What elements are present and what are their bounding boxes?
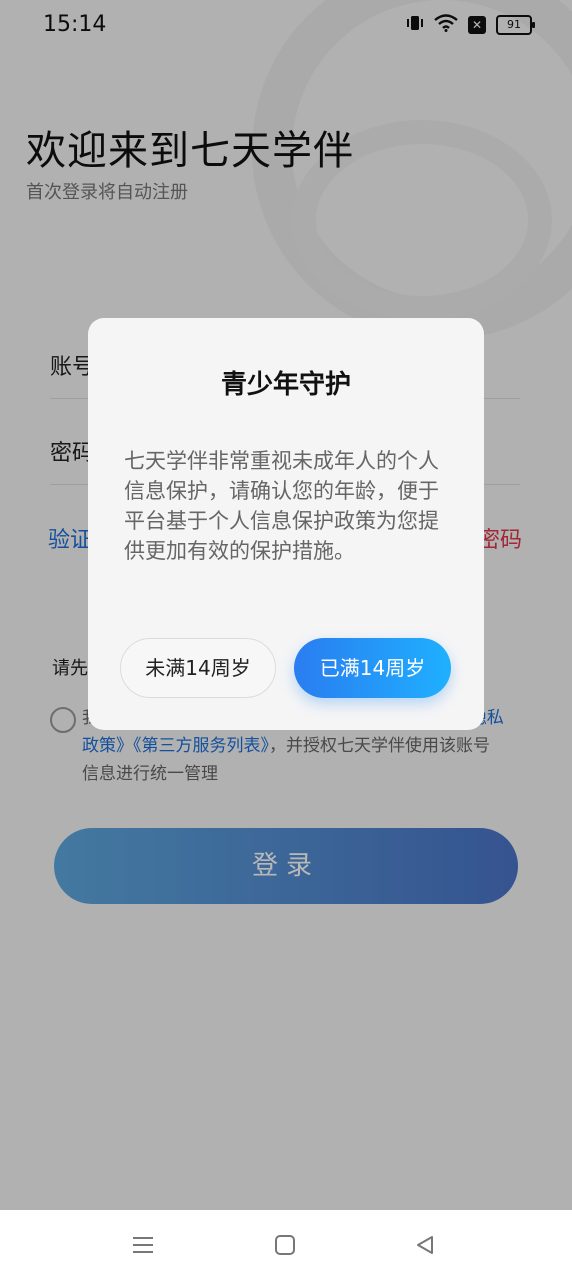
over-14-button[interactable]: 已满14周岁 bbox=[294, 638, 451, 698]
under-14-button[interactable]: 未满14周岁 bbox=[120, 638, 276, 698]
back-icon[interactable] bbox=[410, 1230, 440, 1260]
dialog-title: 青少年守护 bbox=[220, 370, 351, 400]
home-icon[interactable] bbox=[270, 1230, 300, 1260]
navigation-bar bbox=[0, 1210, 572, 1280]
youth-protection-dialog: 青少年守护 七天学伴非常重视未成年人的个人信息保护，请确认您的年龄，便于平台基于… bbox=[88, 318, 484, 730]
menu-icon[interactable] bbox=[128, 1230, 158, 1260]
dialog-body: 七天学伴非常重视未成年人的个人信息保护，请确认您的年龄，便于平台基于个人信息保护… bbox=[124, 449, 439, 563]
